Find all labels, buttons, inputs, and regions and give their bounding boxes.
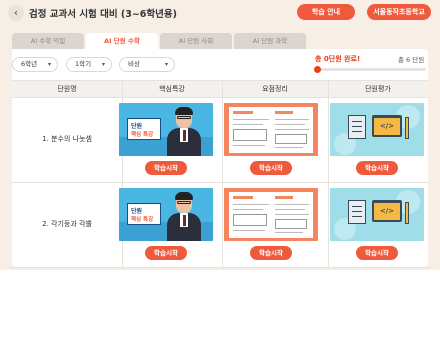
teacher-glasses [177,116,191,119]
document-icon [348,200,366,224]
sheet-line [275,209,305,210]
evaluation-thumbnail[interactable]: </> [330,188,424,241]
document-line [352,206,362,207]
lecture-thumbnail[interactable]: 단원 핵심 특강 [119,103,213,156]
lecture-card-title: 단원 [131,208,143,215]
teacher-hair [175,107,193,115]
summary-start-button[interactable]: 학습시작 [250,246,292,260]
publisher-select[interactable]: 비상 ▾ [119,57,175,72]
evaluation-thumbnail[interactable]: </> [330,103,424,156]
sheet-line [233,230,265,231]
chevron-down-icon: ▾ [47,61,51,68]
summary-thumbnail[interactable] [224,188,318,241]
summary-thumbnail[interactable] [224,103,318,156]
chevron-down-icon: ▾ [101,61,105,68]
unit-name: 1. 분수의 나눗셈 [42,135,92,143]
school-name-button[interactable]: 서울동작초등학교 [367,4,431,20]
table-header: 단원명 핵심특강 요점정리 단원평가 [12,80,428,98]
sheet-line [275,129,309,130]
evaluation-start-button[interactable]: 학습시작 [356,161,398,175]
code-glyph: </> [374,203,400,220]
term-select-value: 1학기 [75,60,92,68]
summary-sheet [229,107,313,153]
tab-ai-math-practice[interactable]: AI 수학 익힘 [12,33,84,49]
document-line [352,126,362,127]
teacher-glasses [177,201,191,204]
page-title: 검정 교과서 시험 대비 (3~6학년용) [29,9,177,20]
sheet-line [275,119,309,120]
table-row: 2. 각기둥과 각뿔 단원 핵심 특강 학습시작 학습시작 </> 학습시작 [12,183,428,268]
term-select[interactable]: 1학기 ▾ [66,57,112,72]
teacher-hair [175,192,193,200]
sheet-heading [275,111,293,114]
sheet-heading [275,196,293,199]
document-line [352,211,362,212]
evaluation-start-button[interactable]: 학습시작 [356,246,398,260]
unit-name: 2. 각기둥과 각뿔 [42,220,92,228]
code-glyph: </> [374,118,400,135]
document-line [352,121,362,122]
column-header-unit: 단원명 [57,85,77,93]
sheet-line [233,145,265,146]
lecture-thumbnail[interactable]: 단원 핵심 특강 [119,188,213,241]
progress-total: 총 6 단원 [398,56,425,64]
sheet-line [275,232,303,233]
sheet-heading [233,111,253,114]
sheet-line [233,119,269,120]
document-line [352,216,362,217]
sheet-box [275,134,307,144]
document-line [352,131,362,132]
code-screen-icon: </> [372,115,402,137]
tab-ai-unit-social[interactable]: AI 단원 사회 [160,33,232,49]
lecture-card-title: 단원 [131,123,143,130]
lecture-card-subtitle: 핵심 특강 [131,217,154,223]
pencil-icon [405,117,409,139]
teacher-tie [183,215,186,226]
sheet-line [275,214,309,215]
code-screen-icon: </> [372,200,402,222]
progress-indicator [314,66,321,73]
sheet-line [275,147,303,148]
document-icon [348,115,366,139]
sheet-heading [233,196,253,199]
sheet-box [233,214,267,226]
sheet-line [275,204,309,205]
column-header-summary: 요점정리 [262,85,288,93]
grade-select[interactable]: 6학년 ▾ [12,57,58,72]
pencil-icon [405,202,409,224]
publisher-select-value: 비상 [128,60,140,68]
header-bar: ‹ 검정 교과서 시험 대비 (3~6학년용) 학습 안내 서울동작초등학교 [0,0,440,28]
sheet-line [275,124,305,125]
lecture-title-card: 단원 핵심 특강 [127,203,161,225]
column-header-lecture: 핵심특강 [159,85,185,93]
arrow-left-icon[interactable]: ‹ [8,5,24,21]
grade-select-value: 6학년 [21,60,38,68]
teacher-tie [183,130,186,141]
sheet-line [233,124,263,125]
tab-ai-unit-science[interactable]: AI 단원 과학 [234,33,306,49]
sheet-box [233,129,267,141]
summary-start-button[interactable]: 학습시작 [250,161,292,175]
sheet-line [233,204,269,205]
progress-label: 총 0단원 완료! [315,55,361,63]
lecture-start-button[interactable]: 학습시작 [145,246,187,260]
lecture-start-button[interactable]: 학습시작 [145,161,187,175]
sheet-line [233,209,263,210]
sheet-box [275,219,307,229]
lecture-title-card: 단원 핵심 특강 [127,118,161,140]
table-row: 1. 분수의 나눗셈 단원 핵심 특강 학습시작 학습시작 </> 학습시작 [12,98,428,183]
lecture-card-subtitle: 핵심 특강 [131,132,154,138]
progress-bar [316,68,426,71]
chevron-down-icon: ▾ [164,61,168,68]
study-guide-button[interactable]: 학습 안내 [297,4,355,20]
column-header-evaluation: 단원평가 [365,85,391,93]
tab-ai-unit-math[interactable]: AI 단원 수학 [86,33,158,50]
summary-sheet [229,192,313,238]
